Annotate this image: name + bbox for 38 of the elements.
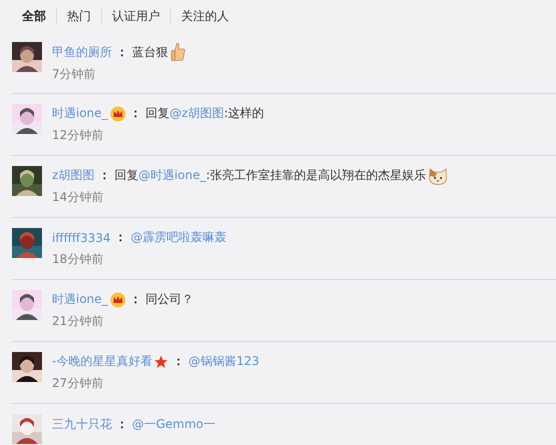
colon: ：	[130, 105, 142, 122]
timestamp: 7分钟前	[52, 66, 97, 83]
comment-text: 同公司？	[146, 291, 194, 308]
mention-link[interactable]: @时遇ione_	[138, 168, 206, 182]
comment-text: 蓝台狠	[132, 44, 168, 60]
filter-tab[interactable]: 认证用户	[101, 9, 170, 23]
colon: ：	[116, 416, 128, 432]
cat-face-icon	[428, 166, 448, 184]
filter-tab[interactable]: 热门	[56, 9, 101, 23]
star-icon	[154, 354, 168, 368]
crown-icon	[110, 292, 126, 308]
comment-text: 回复@z胡图图:这样的	[146, 105, 264, 122]
colon: ：	[116, 44, 128, 60]
colon: ：	[130, 291, 142, 308]
user-name-link[interactable]: 时遇ione_	[52, 105, 108, 122]
mention-link[interactable]: @z胡图图	[170, 106, 224, 120]
colon: ：	[114, 229, 127, 246]
timestamp: 21分钟前	[52, 313, 104, 330]
thumbs-up-icon	[170, 42, 186, 62]
mention-link[interactable]: @锅锅酱123	[188, 353, 260, 370]
timestamp: 27分钟前	[52, 375, 104, 392]
colon: ：	[98, 167, 110, 184]
comment-text: 回复@时遇ione_:张亮工作室挂靠的是高以翔在的杰星娱乐	[114, 167, 426, 184]
user-name-link[interactable]: 甲鱼的厕所	[52, 44, 112, 60]
user-name-link[interactable]: z胡图图	[52, 167, 94, 184]
timestamp: 14分钟前	[52, 189, 104, 206]
colon: ：	[172, 353, 184, 370]
user-name-link[interactable]: iffffff3334	[52, 230, 111, 244]
user-name-link[interactable]: 三九十只花	[52, 416, 112, 432]
timestamp: 18分钟前	[52, 251, 104, 268]
filter-tab[interactable]: 关注的人	[170, 9, 239, 23]
mention-link[interactable]: @一Gemmo一	[132, 416, 216, 432]
filter-tab[interactable]: 全部	[22, 9, 56, 23]
crown-icon	[110, 106, 126, 122]
user-name-link[interactable]: -今晚的星星真好看	[52, 353, 152, 370]
user-name-link[interactable]: 时遇ione_	[52, 291, 108, 308]
mention-link[interactable]: @霹雳吧啦轰嘛轰	[130, 229, 227, 246]
timestamp: 12分钟前	[52, 127, 104, 144]
